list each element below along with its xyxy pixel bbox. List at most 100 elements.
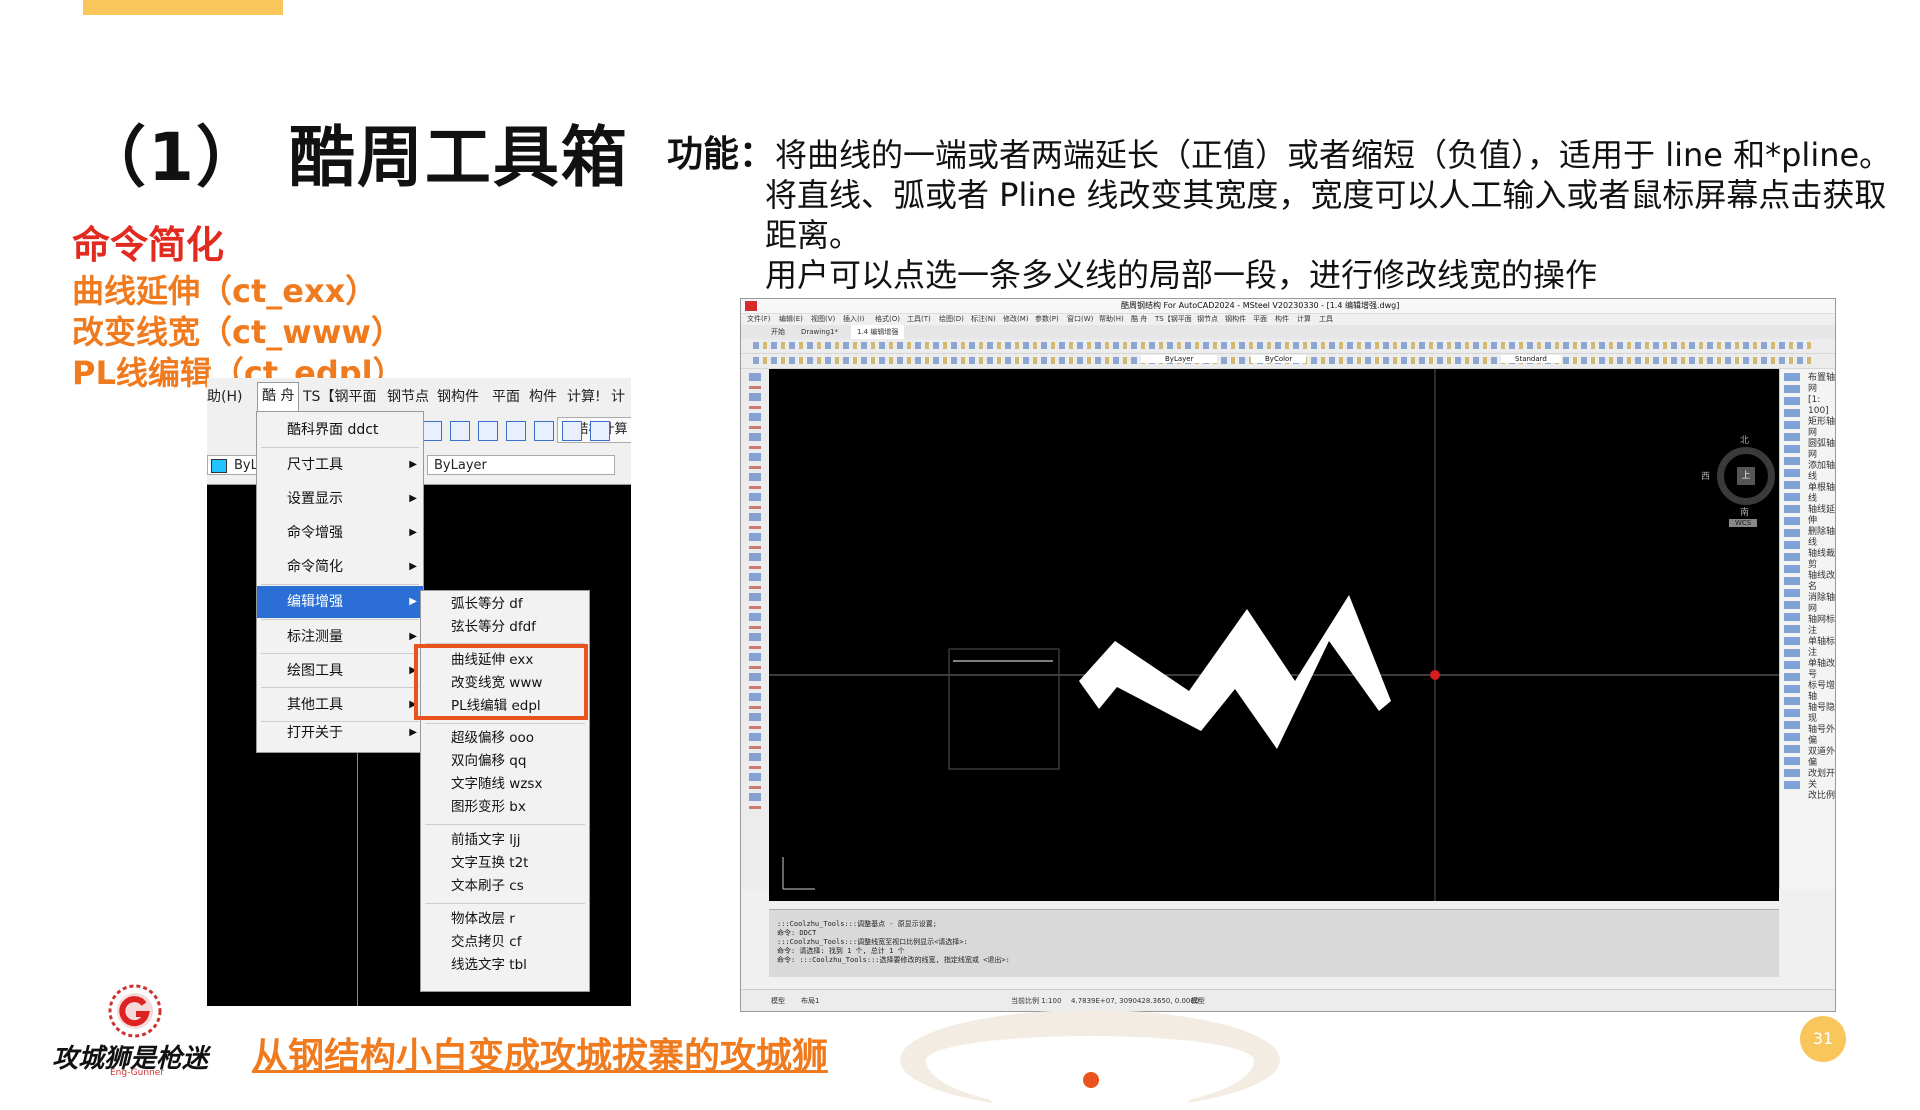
panel-item[interactable]: 轴线改名 [1808, 571, 1835, 593]
panel-item[interactable]: 轴号隐现 [1808, 703, 1835, 725]
cad-toolbar-1[interactable] [741, 339, 1835, 354]
tool-icon[interactable] [534, 421, 554, 441]
cad-menu-file[interactable]: 文件(F) [747, 313, 771, 325]
cad-menu-format[interactable]: 格式(O) [875, 313, 900, 325]
menu-plane[interactable]: 平面 [492, 386, 520, 406]
panel-item: [1: 100] [1808, 395, 1829, 416]
tool-icon[interactable] [562, 421, 582, 441]
tab-current[interactable]: 1.4 编辑增强 [851, 325, 905, 339]
menu-item-ui[interactable]: 酷科界面 ddct [257, 414, 423, 446]
cad-menu-draw[interactable]: 绘图(D) [939, 313, 964, 325]
submenu-dual-offset[interactable]: 双向偏移 qq [421, 750, 526, 773]
panel-item[interactable]: 轴线延伸 [1808, 505, 1835, 527]
cad-menu-insert[interactable]: 插入(I) [843, 313, 865, 325]
panel-item[interactable]: 轴线裁剪 [1808, 549, 1835, 571]
cad-menu-help[interactable]: 帮助(H) [1099, 313, 1124, 325]
cad-menu-tool2[interactable]: 工具 [1319, 313, 1333, 325]
cad-tabs: 开始 Drawing1* 1.4 编辑增强 [741, 325, 1835, 339]
tool-icon[interactable] [450, 421, 470, 441]
drawing-svg [769, 369, 1779, 901]
submenu-insert-text[interactable]: 前插文字 ljj [421, 829, 521, 852]
submenu-text-brush[interactable]: 文本刷子 cs [421, 875, 524, 898]
cad-menu-edit[interactable]: 编辑(E) [779, 313, 803, 325]
cad-menu-kuzhou[interactable]: 酷 舟 [1131, 313, 1147, 325]
panel-item[interactable]: 删除轴线 [1808, 527, 1835, 549]
cad-menu-tools[interactable]: 工具(T) [907, 313, 931, 325]
panel-item[interactable]: 消除轴网 [1808, 593, 1835, 615]
status-mode[interactable]: 模型 [1191, 990, 1205, 1011]
tool-icon[interactable] [590, 421, 610, 441]
tab-drawing1[interactable]: Drawing1* [801, 325, 838, 339]
menu-calc-2[interactable]: 计 [611, 386, 625, 406]
menu-item-edit-enhance[interactable]: 编辑增强 ▶ [257, 586, 423, 618]
panel-item[interactable]: 标号增轴 [1808, 681, 1835, 703]
color-dropdown-2[interactable]: ByColor [1251, 355, 1307, 363]
panel-item[interactable]: 单根轴线 [1808, 483, 1835, 505]
status-layout-tab[interactable]: 布局1 [801, 990, 819, 1011]
panel-item[interactable]: 改划开关 [1808, 769, 1835, 791]
menu-item-cmd-enhance[interactable]: 命令增强 ▶ [257, 517, 423, 549]
menu-steel-member[interactable]: 钢构件 [437, 386, 479, 406]
menu-steel-joint[interactable]: 钢节点 [387, 386, 429, 406]
submenu-shape-deform[interactable]: 图形变形 bx [421, 796, 526, 819]
submenu-text-follow[interactable]: 文字随线 wzsx [421, 773, 542, 796]
left-toolbar[interactable] [741, 369, 770, 889]
panel-item[interactable]: 添加轴线 [1808, 461, 1835, 483]
submenu-change-layer[interactable]: 物体改层 r [421, 908, 515, 931]
cad-menu-joint[interactable]: 钢节点 [1197, 313, 1218, 325]
cad-menu-modify[interactable]: 修改(M) [1003, 313, 1029, 325]
menu-help[interactable]: 助(H) [207, 386, 242, 406]
cad-menu-comp[interactable]: 构件 [1275, 313, 1289, 325]
menu-item-measure[interactable]: 标注测量 ▶ [257, 621, 423, 653]
submenu-text-swap[interactable]: 文字互换 t2t [421, 852, 528, 875]
wcs-badge[interactable]: WCS [1729, 519, 1758, 527]
panel-item[interactable]: 轴号外偏 [1808, 725, 1835, 747]
cad-menu-calc[interactable]: 计算 [1297, 313, 1311, 325]
cad-menu-param[interactable]: 参数(P) [1035, 313, 1059, 325]
drawing-canvas[interactable]: 上 北 南 西 东 WCS [769, 369, 1788, 901]
linetype-dropdown[interactable]: ByLayer [427, 455, 615, 475]
command-window[interactable]: :::Coolzhu_Tools:::调整基点 - 原显示设置; 命令: DDC… [769, 909, 1779, 977]
footer-slogan: 从钢结构小白变成攻城拔寨的攻城狮 [252, 1036, 829, 1077]
submenu-chord-divide[interactable]: 弦长等分 dfdf [421, 616, 536, 639]
submenu-arc-divide[interactable]: 弧长等分 df [421, 593, 523, 616]
submenu-line-select-text[interactable]: 线选文字 tbl [421, 954, 527, 977]
menu-kuzhou[interactable]: 酷 舟 [257, 382, 300, 411]
panel-item[interactable]: 单轴标注 [1808, 637, 1835, 659]
app-logo-icon [745, 301, 757, 311]
tool-icon[interactable] [506, 421, 526, 441]
submenu-super-offset[interactable]: 超级偏移 ooo [421, 727, 534, 750]
panel-item[interactable]: 单轴改号 [1808, 659, 1835, 681]
layer-dropdown[interactable]: ByLayer [1141, 355, 1218, 363]
menu-member[interactable]: 构件 [529, 386, 557, 406]
menu-item-cmd-simplify[interactable]: 命令简化 ▶ [257, 551, 423, 583]
panel-item[interactable]: 双道外偏 [1808, 747, 1835, 769]
cad-menu-member[interactable]: 钢构件 [1225, 313, 1246, 325]
menu-item-about[interactable]: 打开关于 ▶ [257, 717, 423, 749]
menu-item-dimension[interactable]: 尺寸工具 ▶ [257, 449, 423, 481]
panel-item[interactable]: 圆弧轴网 [1808, 439, 1835, 461]
cad-menu-view[interactable]: 视图(V) [811, 313, 835, 325]
menu-item-display[interactable]: 设置显示 ▶ [257, 483, 423, 515]
menu-item-draw-tools[interactable]: 绘图工具 ▶ [257, 655, 423, 687]
tab-start[interactable]: 开始 [771, 325, 785, 339]
submenu-intersection-copy[interactable]: 交点拷贝 cf [421, 931, 521, 954]
status-model-tab[interactable]: 模型 [771, 990, 785, 1011]
menu-ts[interactable]: TS【钢平面 [303, 386, 376, 406]
chevron-right-icon: ▶ [409, 527, 417, 538]
cad-menu-dim[interactable]: 标注(N) [971, 313, 996, 325]
panel-item[interactable]: 矩形轴网 [1808, 417, 1835, 439]
style-dropdown[interactable]: Standard [1501, 355, 1561, 363]
tool-icon[interactable] [422, 421, 442, 441]
viewcube-compass[interactable]: 上 [1717, 447, 1775, 505]
panel-item[interactable]: 轴网标注 [1808, 615, 1835, 637]
panel-item[interactable]: 改比例 [1808, 791, 1835, 802]
cad-menu-ts[interactable]: TS【钢平面 [1155, 313, 1192, 325]
menu-calc[interactable]: 计算! [567, 386, 601, 406]
panel-item[interactable]: 布置轴网 [1808, 373, 1835, 395]
page-number: 31 [1800, 1016, 1846, 1062]
tool-icon[interactable] [478, 421, 498, 441]
cad-menu-window[interactable]: 窗口(W) [1067, 313, 1093, 325]
viewcube-center[interactable]: 上 [1737, 467, 1755, 485]
cad-menu-plane[interactable]: 平面 [1253, 313, 1267, 325]
